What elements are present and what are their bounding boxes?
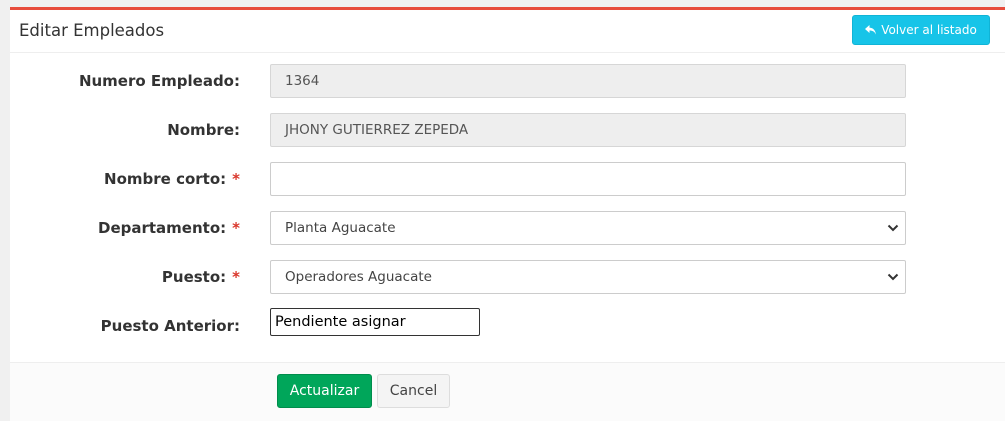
employee-number-field: 1364	[270, 64, 906, 98]
required-mark: *	[232, 170, 240, 188]
edit-employee-panel: Editar Empleados Volver al listado Numer…	[10, 7, 1005, 421]
department-label: Departamento: *	[98, 219, 240, 237]
department-select[interactable]: Planta Aguacate	[270, 211, 906, 245]
name-label: Nombre:	[167, 121, 240, 139]
employee-number-label: Numero Empleado:	[78, 72, 240, 90]
chevron-down-icon	[887, 224, 899, 232]
back-button-label: Volver al listado	[881, 23, 977, 37]
name-value: JHONY GUTIERREZ ZEPEDA	[285, 122, 469, 138]
page-title: Editar Empleados	[19, 21, 165, 40]
position-selected-value: Operadores Aguacate	[285, 269, 432, 285]
update-button[interactable]: Actualizar	[277, 374, 372, 408]
name-field: JHONY GUTIERREZ ZEPEDA	[270, 113, 906, 147]
department-selected-value: Planta Aguacate	[285, 220, 396, 236]
reply-arrow-icon	[865, 25, 877, 35]
short-name-input[interactable]	[270, 162, 906, 196]
previous-position-label: Puesto Anterior:	[100, 317, 240, 335]
required-mark: *	[232, 268, 240, 286]
position-select[interactable]: Operadores Aguacate	[270, 260, 906, 294]
previous-position-value: Pendiente asignar	[275, 314, 406, 330]
previous-position-input[interactable]: Pendiente asignar	[270, 308, 480, 336]
cancel-button[interactable]: Cancel	[377, 374, 450, 408]
short-name-label: Nombre corto: *	[104, 170, 240, 188]
form-footer: Actualizar Cancel	[10, 362, 1005, 421]
required-mark: *	[232, 219, 240, 237]
position-label: Puesto: *	[161, 268, 240, 286]
employee-number-value: 1364	[285, 73, 320, 89]
back-to-list-button[interactable]: Volver al listado	[852, 15, 990, 45]
panel-header: Editar Empleados Volver al listado	[10, 10, 1005, 53]
chevron-down-icon	[887, 273, 899, 281]
